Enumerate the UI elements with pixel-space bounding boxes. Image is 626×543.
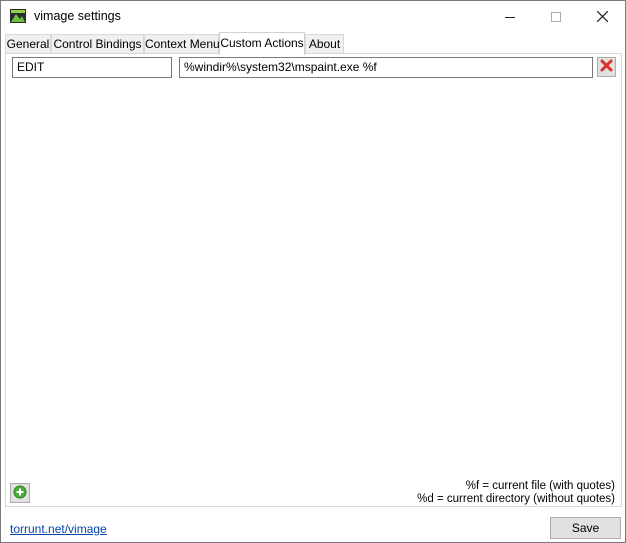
tab-general[interactable]: General — [5, 34, 51, 54]
help-line-file: %f = current file (with quotes) — [465, 480, 615, 492]
minimize-button[interactable] — [487, 1, 533, 32]
action-command-field[interactable]: %windir%\system32\mspaint.exe %f — [179, 57, 593, 78]
tab-about[interactable]: About — [305, 34, 344, 54]
maximize-button[interactable] — [533, 1, 579, 32]
add-plus-icon — [13, 485, 27, 502]
window-title: vimage settings — [34, 9, 121, 23]
custom-actions-panel: EDIT %windir%\system32\mspaint.exe %f %f… — [5, 53, 622, 507]
remove-x-icon — [600, 59, 613, 75]
placeholder-help: %f = current file (with quotes) %d = cur… — [417, 480, 615, 506]
website-link[interactable]: torrunt.net/vimage — [10, 522, 107, 536]
tab-control-bindings[interactable]: Control Bindings — [51, 34, 144, 54]
remove-action-button[interactable] — [597, 57, 616, 77]
action-name-field[interactable]: EDIT — [12, 57, 172, 78]
save-button[interactable]: Save — [550, 517, 621, 539]
vimage-icon — [10, 9, 26, 23]
maximize-icon — [551, 11, 561, 22]
help-line-directory: %d = current directory (without quotes) — [417, 493, 615, 505]
minimize-icon — [505, 12, 515, 22]
add-action-button[interactable] — [10, 483, 30, 503]
title-bar[interactable]: vimage settings — [1, 1, 625, 32]
tab-strip: General Control Bindings Context Menu Cu… — [5, 32, 625, 55]
close-icon — [596, 11, 608, 22]
tab-custom-actions[interactable]: Custom Actions — [219, 32, 305, 55]
settings-window: vimage settings General Control Bindings… — [0, 0, 626, 543]
close-button[interactable] — [579, 1, 625, 32]
tab-context-menu[interactable]: Context Menu — [144, 34, 220, 54]
